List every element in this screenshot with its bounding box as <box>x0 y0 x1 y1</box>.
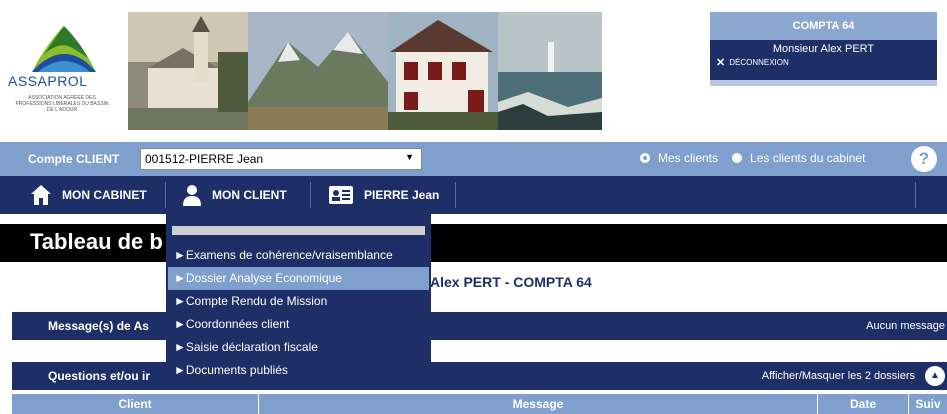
client-select-value: 001512-PIERRE Jean <box>145 152 264 166</box>
nav-separator <box>455 182 456 208</box>
assaprol-logo[interactable]: ASSAPROL ASSOCIATION AGRÉÉE DES PROFESSI… <box>8 8 120 132</box>
menu-item-compte-rendu[interactable]: ►Compte Rendu de Mission <box>168 290 429 313</box>
client-bar: Compte CLIENT 001512-PIERRE Jean ▼ Mes c… <box>0 142 947 176</box>
col-date[interactable]: Date <box>818 397 908 411</box>
toggle-dossiers-link[interactable]: Afficher/Masquer les 2 dossiers <box>762 370 915 382</box>
page-subtitle: Alex PERT - COMPTA 64 <box>430 274 592 290</box>
questions-section-title: Questions et/ou ir <box>48 369 151 383</box>
nav-mon-client-label: MON CLIENT <box>212 188 287 202</box>
banner-photo-collage <box>128 12 602 130</box>
user-icon <box>183 185 201 206</box>
radio-clients-cabinet-label[interactable]: Les clients du cabinet <box>750 151 865 165</box>
radio-mes-clients-label[interactable]: Mes clients <box>658 151 718 165</box>
id-card-icon <box>329 186 353 204</box>
messages-status: Aucun message <box>866 320 945 332</box>
close-icon: ✕ <box>716 57 726 69</box>
logout-label: DÉCONNEXION <box>729 58 789 67</box>
logout-link[interactable]: ✕ DÉCONNEXION <box>710 56 937 70</box>
home-icon <box>31 185 51 205</box>
questions-section-header: Questions et/ou ir Afficher/Masquer les … <box>12 362 947 390</box>
client-scope-radios: Mes clients Les clients du cabinet <box>640 151 865 165</box>
client-select[interactable]: 001512-PIERRE Jean ▼ <box>140 148 422 170</box>
nav-mon-cabinet-label: MON CABINET <box>62 188 147 202</box>
messages-section-header[interactable]: Message(s) de As Aucun message <box>12 312 947 340</box>
page-title: Tableau de b <box>30 229 163 254</box>
col-message[interactable]: Message <box>259 397 817 411</box>
logo-subtitle: ASSOCIATION AGRÉÉE DES PROFESSIONS LIBÉR… <box>15 95 109 113</box>
nav-mon-client[interactable]: MON CLIENT <box>172 176 287 214</box>
menu-item-documents[interactable]: ►Documents publiés <box>168 359 429 382</box>
nav-separator <box>310 182 311 208</box>
mountain-logo-icon <box>32 26 96 72</box>
user-name: Monsieur Alex PERT <box>772 43 875 55</box>
radio-clients-cabinet[interactable] <box>732 153 743 163</box>
nav-separator <box>165 182 166 208</box>
nav-client-card[interactable]: PIERRE Jean <box>318 176 439 214</box>
messages-section-title: Message(s) de As <box>48 319 149 333</box>
page-title-bar: Tableau de b <box>0 224 947 262</box>
cabinet-name: COMPTA 64 <box>710 12 937 40</box>
nav-client-name-label: PIERRE Jean <box>364 188 440 202</box>
nav-separator <box>915 182 916 208</box>
menu-item-saisie-declaration[interactable]: ►Saisie déclaration fiscale <box>168 336 429 359</box>
questions-table-header: Client Message Date Suiv <box>12 394 947 414</box>
radio-mes-clients[interactable] <box>640 153 650 163</box>
nav-mon-cabinet[interactable]: MON CABINET <box>20 176 147 214</box>
mon-client-dropdown: ►Examens de cohérence/vraisemblance ►Dos… <box>166 214 431 388</box>
col-client[interactable]: Client <box>12 397 258 411</box>
menu-item-examens[interactable]: ►Examens de cohérence/vraisemblance <box>168 244 429 267</box>
help-icon[interactable]: ? <box>911 146 937 172</box>
main-nav: MON CABINET MON CLIENT PIERRE Jean <box>0 176 947 214</box>
menu-item-coordonnees[interactable]: ►Coordonnées client <box>168 313 429 336</box>
dropdown-header-bar <box>172 226 425 235</box>
dropdown-caret-icon: ▼ <box>405 152 414 162</box>
user-panel-footer <box>710 80 937 86</box>
user-panel: COMPTA 64 Monsieur Alex PERT ✕ DÉCONNEXI… <box>710 12 937 80</box>
client-account-label: Compte CLIENT <box>28 152 120 166</box>
chevron-up-icon[interactable]: ▲ <box>925 366 945 386</box>
logo-wordmark: ASSAPROL <box>8 73 88 89</box>
col-suivi[interactable]: Suiv <box>909 397 947 411</box>
menu-item-dossier-analyse[interactable]: ►Dossier Analyse Economique <box>168 267 429 290</box>
